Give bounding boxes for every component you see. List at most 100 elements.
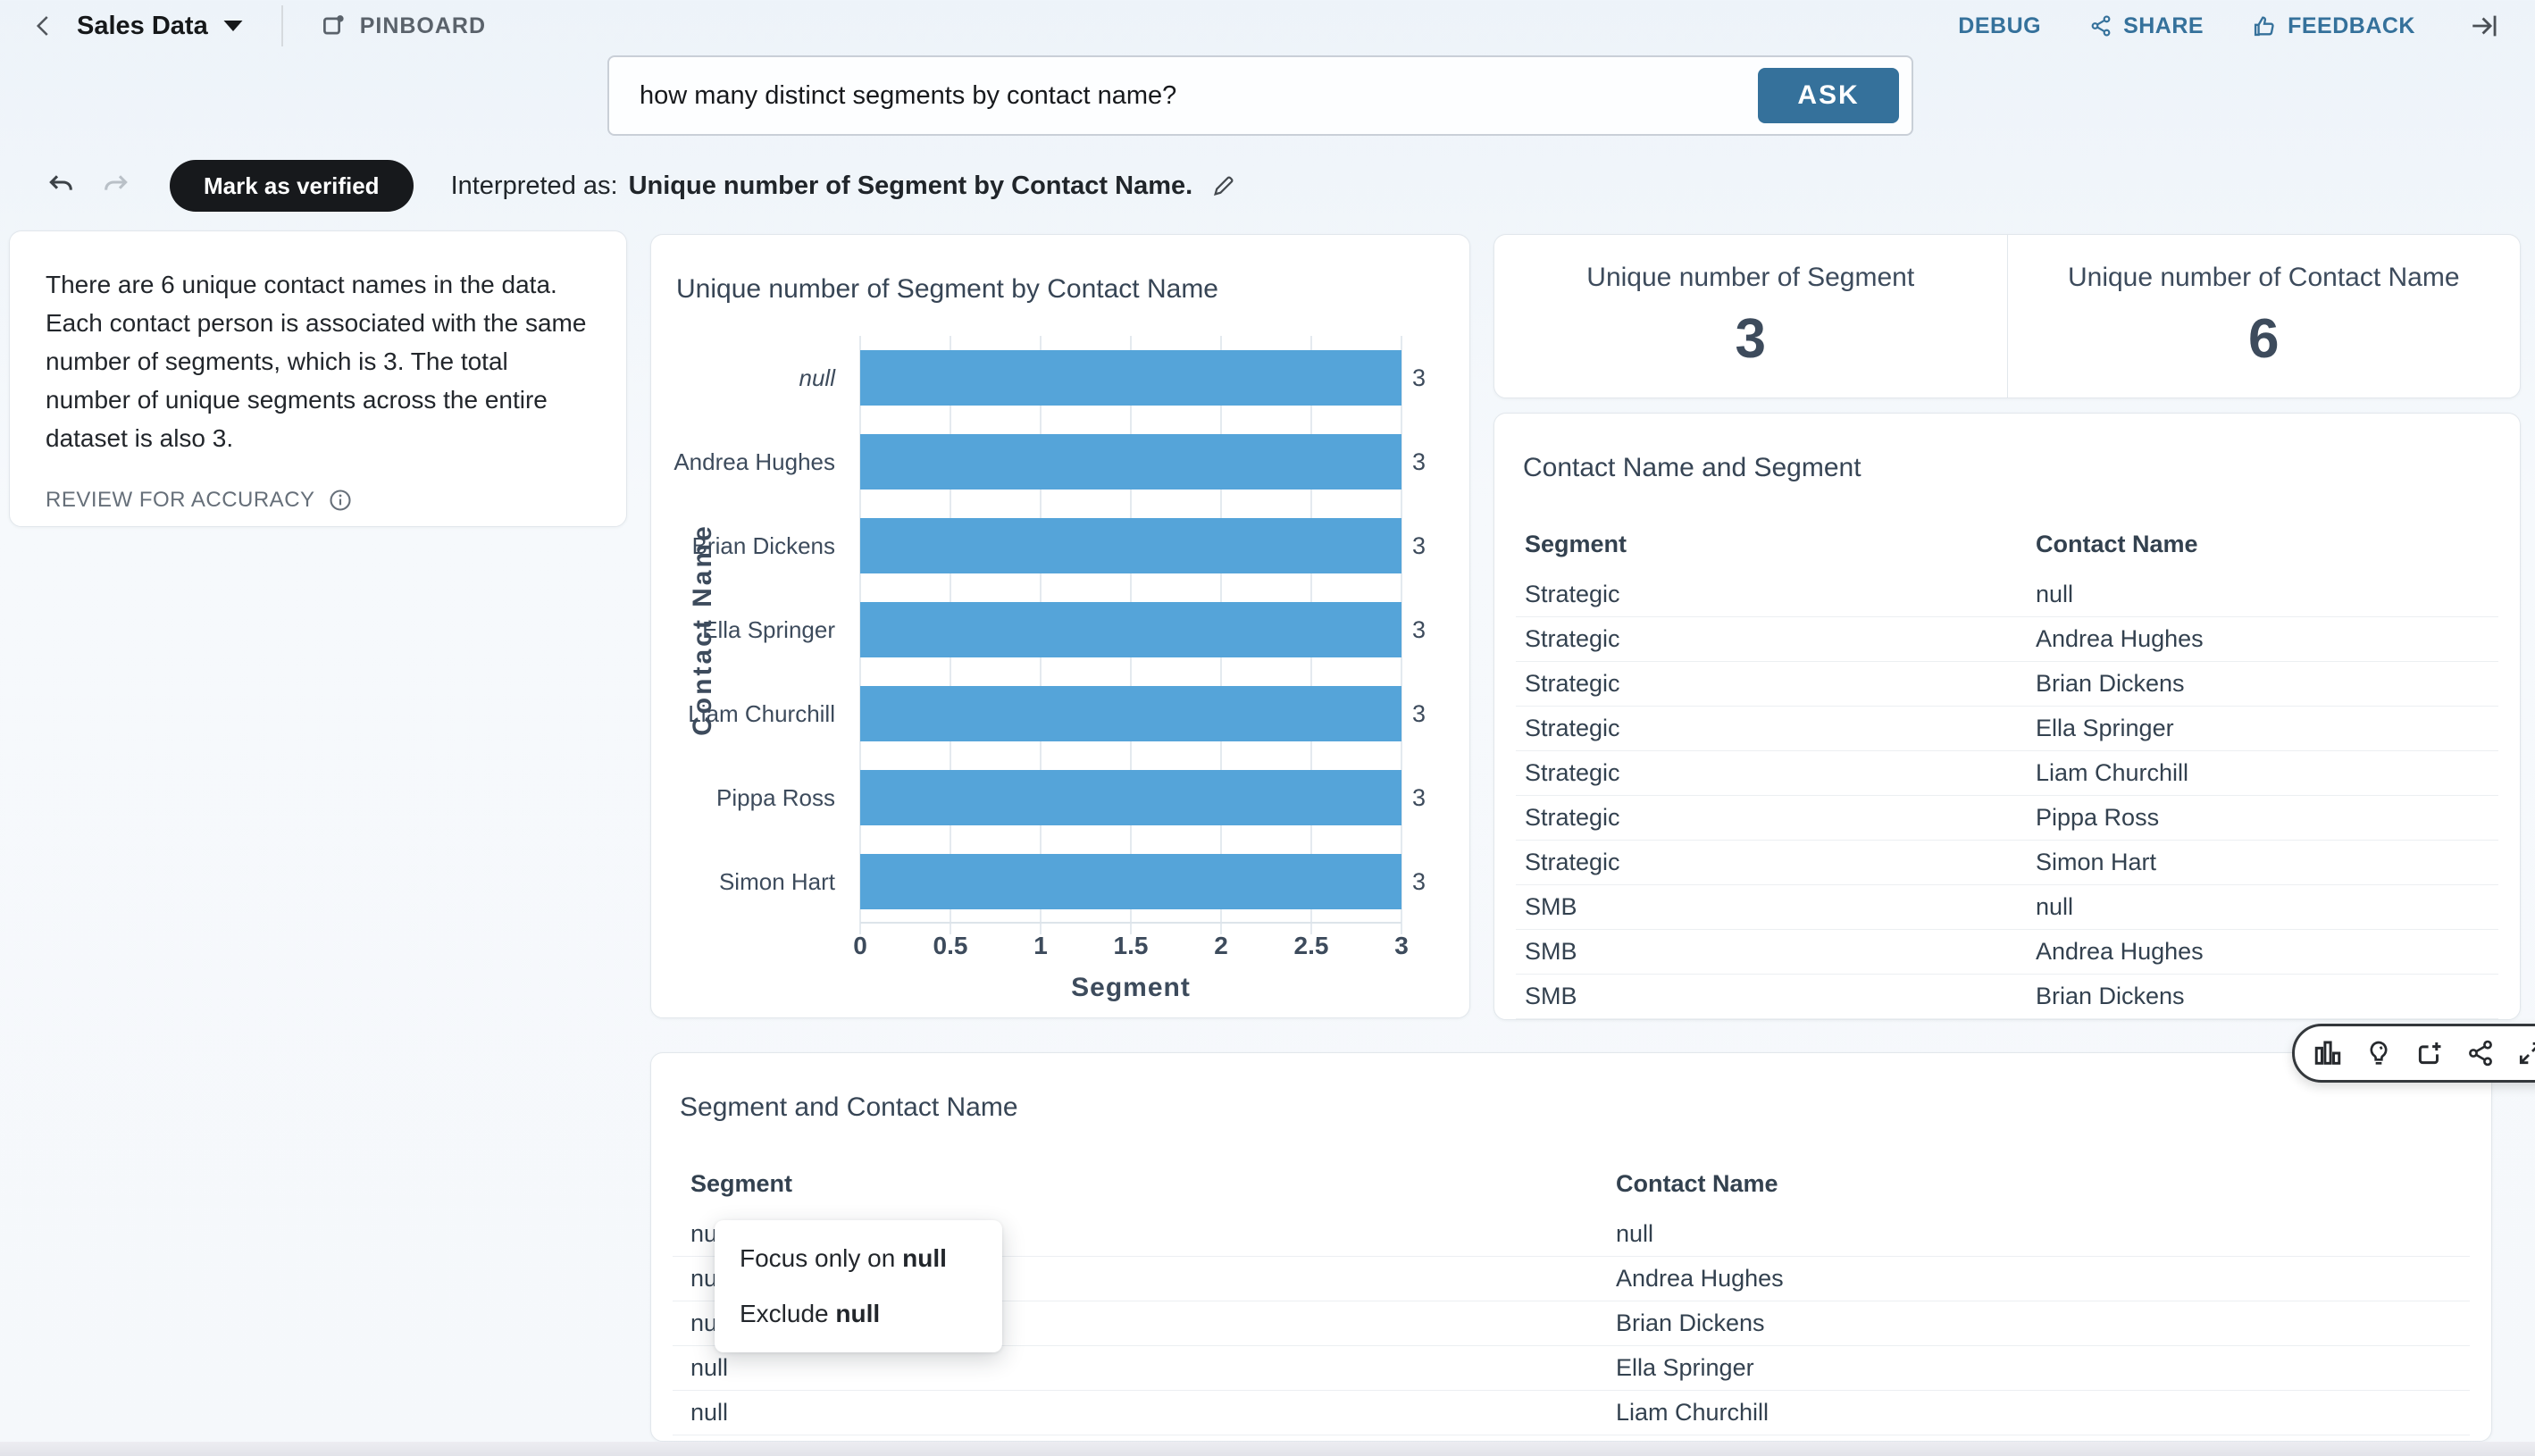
ask-button[interactable]: ASK: [1758, 68, 1899, 123]
bar-value-labels: 3333333: [1412, 336, 1466, 924]
column-header[interactable]: Segment: [690, 1170, 1616, 1198]
chart-plot-area: [860, 336, 1401, 924]
bar-value-label: 3: [1412, 504, 1466, 588]
table-cell[interactable]: null: [2036, 893, 2498, 921]
review-for-accuracy: REVIEW FOR ACCURACY: [46, 488, 592, 513]
question-input[interactable]: [638, 80, 1758, 112]
table-cell[interactable]: null: [2036, 581, 2498, 608]
column-header[interactable]: Segment: [1525, 531, 2036, 558]
contact-segment-table-card: Contact Name and Segment SegmentContact …: [1493, 413, 2521, 1020]
table-cell[interactable]: Simon Hart: [2036, 849, 2498, 876]
dataset-name[interactable]: Sales Data: [77, 12, 208, 41]
table-cell[interactable]: Strategic: [1525, 849, 2036, 876]
context-menu-item[interactable]: Exclude null: [715, 1286, 1002, 1342]
x-tick-label: 2: [1214, 932, 1228, 960]
chart-title: Unique number of Segment by Contact Name: [676, 274, 1218, 305]
table-row: Strategicnull: [1516, 573, 2498, 617]
bar-value-label: 3: [1412, 672, 1466, 756]
pinboard-button[interactable]: PINBOARD: [321, 13, 486, 39]
table-cell[interactable]: Strategic: [1525, 625, 2036, 653]
chevron-down-icon[interactable]: [222, 19, 244, 33]
table-header-row: SegmentContact Name: [1516, 519, 2498, 569]
redo-icon[interactable]: [100, 172, 132, 200]
share-icon[interactable]: [2466, 1039, 2495, 1067]
table-cell[interactable]: Strategic: [1525, 759, 2036, 787]
expand-icon[interactable]: [2516, 1039, 2535, 1067]
column-chart-icon[interactable]: [2313, 1038, 2343, 1068]
add-to-pinboard-icon[interactable]: [2414, 1038, 2445, 1068]
table-cell[interactable]: Brian Dickens: [2036, 670, 2498, 698]
mark-as-verified-button[interactable]: Mark as verified: [170, 160, 414, 212]
y-category-label[interactable]: Ella Springer: [651, 588, 848, 672]
share-button[interactable]: SHARE: [2089, 13, 2204, 39]
bar-value-label: 3: [1412, 336, 1466, 420]
y-category-label[interactable]: Liam Churchill: [651, 672, 848, 756]
x-tick-label: 1.5: [1114, 932, 1149, 960]
table-cell[interactable]: Andrea Hughes: [2036, 625, 2498, 653]
table-cell[interactable]: null: [690, 1354, 1616, 1382]
table-cell[interactable]: Strategic: [1525, 804, 2036, 832]
table-cell[interactable]: Strategic: [1525, 670, 2036, 698]
table-cell[interactable]: SMB: [1525, 983, 2036, 1010]
verify-row: Mark as verified Interpreted as: Unique …: [45, 159, 1237, 213]
table-cell[interactable]: Strategic: [1525, 581, 2036, 608]
table-cell[interactable]: SMB: [1525, 938, 2036, 966]
menu-item-text: Exclude: [740, 1300, 835, 1327]
kpi-value: 3: [1736, 307, 1766, 371]
table-cell[interactable]: Brian Dickens: [1616, 1310, 2470, 1337]
x-tick-label: 1: [1033, 932, 1048, 960]
ask-search-bar: ASK: [607, 55, 1913, 136]
edit-pencil-icon[interactable]: [1210, 172, 1237, 199]
window-bottom-strip: [0, 1442, 2535, 1456]
y-category-label[interactable]: Pippa Ross: [651, 756, 848, 840]
pinboard-icon: [321, 13, 347, 39]
table-cell[interactable]: null: [1616, 1220, 2470, 1248]
y-category-label[interactable]: Simon Hart: [651, 840, 848, 924]
bar[interactable]: [860, 350, 1401, 406]
bar[interactable]: [860, 854, 1401, 909]
column-header[interactable]: Contact Name: [1616, 1170, 2470, 1198]
interpreted-text: Unique number of Segment by Contact Name…: [629, 172, 1193, 201]
table-cell[interactable]: Andrea Hughes: [1616, 1265, 2470, 1293]
y-category-label[interactable]: Brian Dickens: [651, 504, 848, 588]
x-tick-label: 0: [853, 932, 867, 960]
x-tick-label: 0.5: [933, 932, 968, 960]
chart-actions-toolbar: [2292, 1024, 2535, 1083]
table-cell[interactable]: SMB: [1525, 893, 2036, 921]
bar[interactable]: [860, 602, 1401, 657]
y-category-label[interactable]: Andrea Hughes: [651, 420, 848, 504]
info-icon[interactable]: [328, 488, 353, 513]
table-body: SegmentContact NameStrategicnullStrategi…: [1516, 519, 2498, 1019]
lightbulb-icon[interactable]: [2364, 1038, 2393, 1068]
undo-icon[interactable]: [45, 172, 77, 200]
bar-row: [860, 672, 1401, 756]
feedback-button[interactable]: FEEDBACK: [2252, 13, 2415, 39]
table-cell[interactable]: Ella Springer: [2036, 715, 2498, 742]
table-cell[interactable]: Strategic: [1525, 715, 2036, 742]
table-cell[interactable]: Liam Churchill: [1616, 1399, 2470, 1427]
context-menu-item[interactable]: Focus only on null: [715, 1231, 1002, 1286]
review-label: REVIEW FOR ACCURACY: [46, 488, 315, 513]
back-icon[interactable]: [30, 11, 57, 41]
table-cell[interactable]: Liam Churchill: [2036, 759, 2498, 787]
bar[interactable]: [860, 518, 1401, 573]
kpi-card: Unique number of Segment3Unique number o…: [1493, 234, 2521, 398]
bar[interactable]: [860, 434, 1401, 490]
table-cell[interactable]: Andrea Hughes: [2036, 938, 2498, 966]
table-cell[interactable]: Ella Springer: [1616, 1354, 2470, 1382]
table-row: StrategicAndrea Hughes: [1516, 617, 2498, 662]
collapse-panel-icon[interactable]: [2469, 11, 2499, 41]
x-axis-ticks: 00.511.522.53: [860, 932, 1401, 967]
table-cell[interactable]: Brian Dickens: [2036, 983, 2498, 1010]
feedback-label: FEEDBACK: [2288, 13, 2415, 39]
column-header[interactable]: Contact Name: [2036, 531, 2498, 558]
table-cell[interactable]: null: [690, 1399, 1616, 1427]
pinboard-label: PINBOARD: [360, 13, 486, 39]
bar[interactable]: [860, 686, 1401, 741]
table-row: SMBnull: [1516, 885, 2498, 930]
y-category-label[interactable]: null: [651, 336, 848, 420]
table-cell[interactable]: Pippa Ross: [2036, 804, 2498, 832]
bar[interactable]: [860, 770, 1401, 825]
debug-button[interactable]: DEBUG: [1958, 13, 2041, 39]
bar-row: [860, 336, 1401, 420]
